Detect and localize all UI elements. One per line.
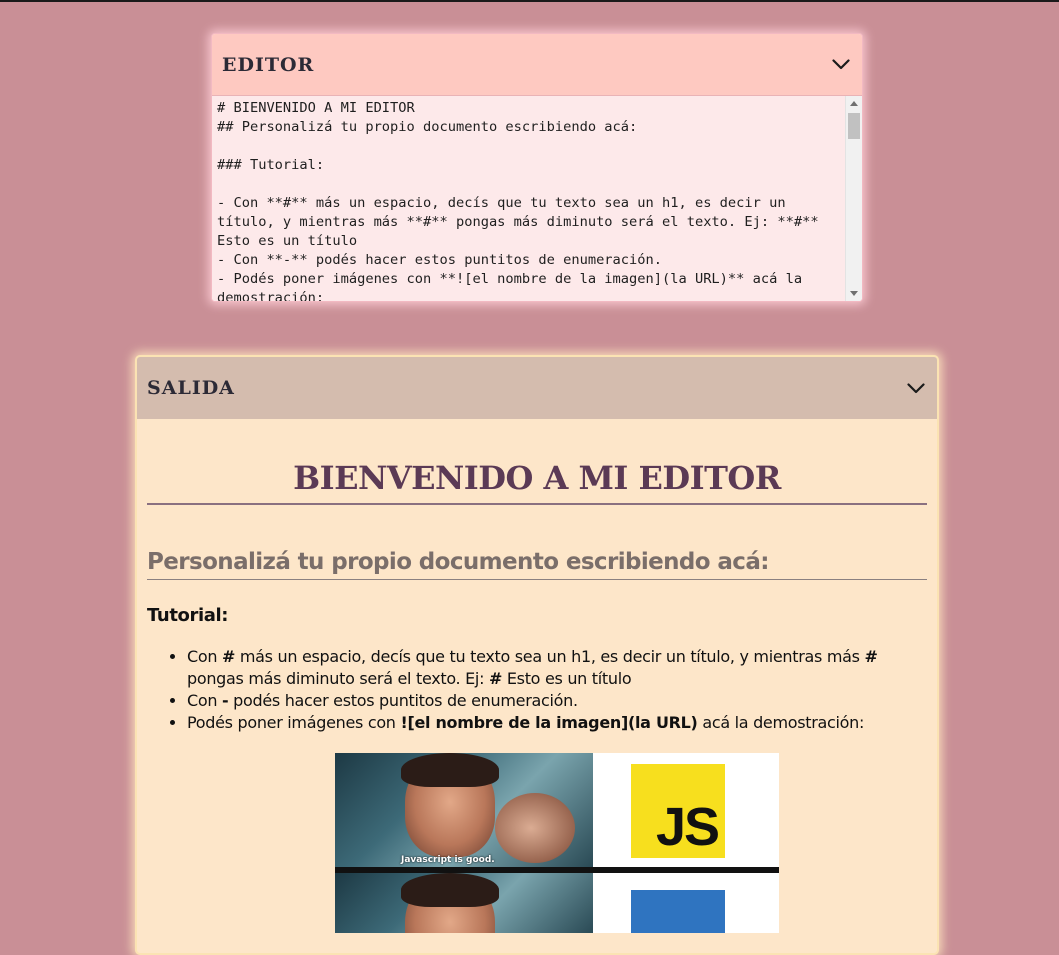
list-item-text: más un espacio, decís que tu texto sea u… bbox=[235, 647, 865, 666]
list-item-bold: ![el nombre de la imagen](la URL) bbox=[400, 713, 698, 732]
javascript-logo-icon: JS bbox=[631, 764, 725, 858]
meme-caption: Javascript is good. bbox=[401, 855, 495, 865]
editor-title: EDITOR bbox=[222, 53, 315, 76]
list-item: Con # más un espacio, decís que tu texto… bbox=[187, 646, 927, 690]
output-header[interactable]: SALIDA bbox=[137, 357, 937, 419]
list-item-text: pongas más diminuto será el texto. Ej: bbox=[187, 669, 489, 688]
list-item-text: Podés poner imágenes con bbox=[187, 713, 401, 732]
list-item-text: podés hacer estos puntitos de enumeració… bbox=[228, 691, 578, 710]
typescript-logo-icon bbox=[631, 890, 725, 933]
list-item-bold: # bbox=[488, 669, 503, 688]
list-item-text: Con bbox=[187, 647, 222, 666]
output-heading-3: Tutorial: bbox=[147, 605, 229, 626]
list-item-bold: # bbox=[222, 647, 236, 666]
list-item-bold: # bbox=[864, 647, 878, 666]
output-body: BIENVENIDO A MI EDITOR Personalizá tu pr… bbox=[137, 419, 937, 933]
list-item-text: Con bbox=[187, 691, 222, 710]
list-item-text: Esto es un título bbox=[502, 669, 632, 688]
chevron-down-icon-svg bbox=[907, 382, 925, 393]
tutorial-list: Con # más un espacio, decís que tu texto… bbox=[147, 646, 927, 734]
list-item-text: acá la demostración: bbox=[697, 713, 865, 732]
scroll-up-icon[interactable] bbox=[850, 101, 858, 106]
meme-photo-top: Javascript is good. bbox=[335, 753, 593, 867]
demo-meme-image: Javascript is good. JS bbox=[335, 753, 779, 933]
editor-content[interactable]: # BIENVENIDO A MI EDITOR ## Personalizá … bbox=[212, 96, 846, 301]
output-heading-1: BIENVENIDO A MI EDITOR bbox=[147, 419, 927, 505]
scroll-thumb[interactable] bbox=[848, 113, 860, 139]
scroll-down-icon[interactable] bbox=[850, 291, 858, 296]
chevron-down-icon-svg bbox=[832, 59, 850, 70]
output-heading-2: Personalizá tu propio documento escribie… bbox=[147, 505, 927, 580]
editor-panel: EDITOR # BIENVENIDO A MI EDITOR ## Perso… bbox=[211, 33, 863, 302]
list-item: Con - podés hacer estos puntitos de enum… bbox=[187, 690, 927, 712]
meme-photo-bottom bbox=[335, 873, 593, 933]
js-logo-text: JS bbox=[655, 797, 720, 857]
list-item: Podés poner imágenes con ![el nombre de … bbox=[187, 712, 927, 734]
editor-scrollbar[interactable] bbox=[845, 96, 862, 301]
editor-header[interactable]: EDITOR bbox=[212, 34, 862, 96]
editor-textarea[interactable]: # BIENVENIDO A MI EDITOR ## Personalizá … bbox=[212, 96, 862, 301]
output-panel: SALIDA BIENVENIDO A MI EDITOR Personaliz… bbox=[135, 355, 939, 955]
meme-hair bbox=[401, 753, 499, 787]
meme-pointing-hand bbox=[495, 793, 575, 863]
output-title: SALIDA bbox=[147, 377, 235, 399]
chevron-down-icon[interactable] bbox=[830, 54, 852, 76]
chevron-down-icon[interactable] bbox=[905, 377, 927, 399]
